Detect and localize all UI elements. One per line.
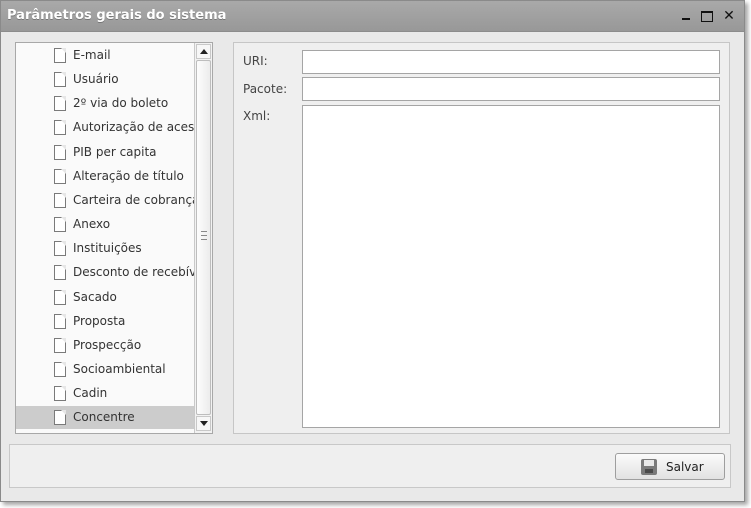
tree-item-label: Carteira de cobrança [73,192,194,207]
scroll-thumb[interactable] [196,60,211,415]
tree-item[interactable]: Instituições [16,237,194,260]
document-icon [54,96,66,112]
tree-item[interactable]: Prospecção [16,334,194,357]
document-icon [54,313,66,329]
parameters-window: Parâmetros gerais do sistema ✕ E-mail Usu… [0,0,745,502]
scroll-up-icon[interactable] [196,44,211,59]
tree-item-label: Usuário [73,72,119,87]
tree-item-label: Anexo [73,217,111,232]
tree-item[interactable]: PIB per capita [16,141,194,164]
tree-item[interactable]: E-mail [16,44,194,67]
window-title: Parâmetros gerais do sistema [7,8,227,23]
tree-item-label: Autorização de acesso [73,120,194,135]
document-icon [54,289,66,305]
document-icon [54,144,66,160]
grip-icon [201,231,207,240]
tree-item[interactable]: Carteira de cobrança [16,189,194,212]
tree-item-label: PIB per capita [73,144,157,159]
tree-item[interactable]: Concentre [16,406,194,430]
xml-label: Xml: [243,109,271,123]
tree-item-label: Prospecção [73,337,142,352]
document-icon [54,337,66,353]
tree-list: E-mail Usuário 2º via do boleto Autorização… [16,43,194,433]
tree-item[interactable]: Cadin [16,382,194,405]
document-icon [54,361,66,377]
floppy-disk-icon [641,459,657,475]
document-icon [54,48,66,63]
scroll-down-icon[interactable] [196,416,211,431]
document-icon [54,217,66,233]
pacote-label: Pacote: [243,82,288,96]
maximize-icon[interactable] [700,9,714,23]
tree-item[interactable]: Usuário [16,68,194,91]
tree-item-label: Proposta [73,313,126,328]
document-icon [54,72,66,88]
tree-item-label: 2º via do boleto [73,96,169,111]
tree-item-label: Cadin [73,386,108,401]
document-icon [54,265,66,281]
minimize-icon[interactable] [679,9,693,23]
title-bar[interactable]: Parâmetros gerais do sistema ✕ [1,1,744,32]
tree-item-label: Concentre [73,410,135,425]
document-icon [54,386,66,402]
document-icon [54,120,66,136]
document-icon [54,192,66,208]
tree-item-label: Instituições [73,241,142,256]
tree-item[interactable]: Proposta [16,310,194,333]
parameter-form: URI: Pacote: Xml: [233,42,730,434]
tree-item-label: E-mail [73,48,111,62]
save-button-label: Salvar [666,460,704,474]
document-icon [54,410,66,426]
uri-input[interactable] [302,50,720,74]
xml-textarea[interactable] [302,105,720,428]
document-icon [54,241,66,257]
tree-item[interactable]: Alteração de título [16,165,194,188]
uri-label: URI: [243,54,268,68]
tree-item[interactable]: Sacado [16,286,194,309]
document-icon [54,168,66,184]
tree-item-label: Sacado [73,289,117,304]
tree-item-label: Desconto de recebíveis [73,265,194,280]
tree-scrollbar[interactable] [194,43,212,433]
tree-item[interactable]: Desconto de recebíveis [16,261,194,284]
tree-item-label: Alteração de título [73,168,184,183]
bottom-toolbar: Salvar [9,444,731,488]
tree-item[interactable]: 2º via do boleto [16,92,194,115]
tree-item[interactable]: Socioambiental [16,358,194,381]
close-icon[interactable]: ✕ [722,9,736,23]
tree-item[interactable]: Anexo [16,213,194,236]
tree-item[interactable]: Autorização de acesso [16,116,194,139]
pacote-input[interactable] [302,77,720,101]
save-button[interactable]: Salvar [615,453,725,480]
parameters-tree: E-mail Usuário 2º via do boleto Autorização… [15,42,213,434]
tree-item-label: Socioambiental [73,361,166,376]
